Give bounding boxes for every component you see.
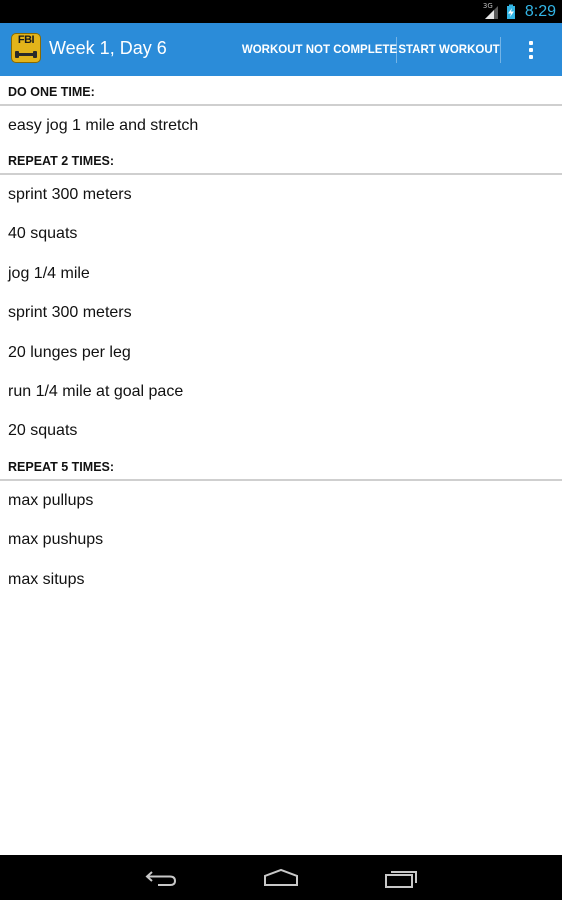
status-clock: 8:29 [524,2,556,20]
navigation-bar [0,855,562,900]
list-item: 20 lunges per leg [8,343,131,361]
list-item: jog 1/4 mile [8,264,90,282]
section-header: DO ONE TIME: [0,76,562,106]
action-bar: FBI Week 1, Day 6 WORKOUT NOT COMPLETE S… [0,23,562,76]
list-item: 20 squats [8,422,78,440]
app-logo-icon[interactable]: FBI [11,33,41,63]
network-type-label: 3G [482,1,493,10]
battery-charging-icon [503,4,519,20]
page-title: Week 1, Day 6 [49,38,167,58]
action-divider [396,37,397,63]
list-item: run 1/4 mile at goal pace [8,383,184,401]
signal-icon: 3G [482,1,499,20]
list-item: sprint 300 meters [8,304,132,322]
list-item: easy jog 1 mile and stretch [8,116,199,134]
recent-apps-icon[interactable] [371,855,431,900]
list-item: max situps [8,570,85,588]
app-logo-text: FBI [17,34,35,46]
list-item: max pullups [8,491,94,509]
workout-list: DO ONE TIME: easy jog 1 mile and stretch… [0,76,562,599]
list-item: sprint 300 meters [8,186,132,204]
section-header: REPEAT 2 TIMES: [0,145,562,176]
status-bar: 3G 8:29 [0,0,562,23]
workout-not-complete-button[interactable]: WORKOUT NOT COMPLETE [242,23,397,76]
list-item: 40 squats [8,225,78,243]
screen: 3G 8:29 FBI Week 1, Day 6 WORKOUT NOT CO… [0,0,562,900]
start-workout-button[interactable]: START WORKOUT [398,23,500,76]
section-header: REPEAT 5 TIMES: [0,451,562,482]
overflow-menu-icon[interactable] [516,23,546,76]
back-icon[interactable] [131,855,191,900]
home-icon[interactable] [251,855,311,900]
dumbbell-icon [15,51,37,58]
action-divider [500,37,501,63]
list-item: max pushups [8,531,104,549]
